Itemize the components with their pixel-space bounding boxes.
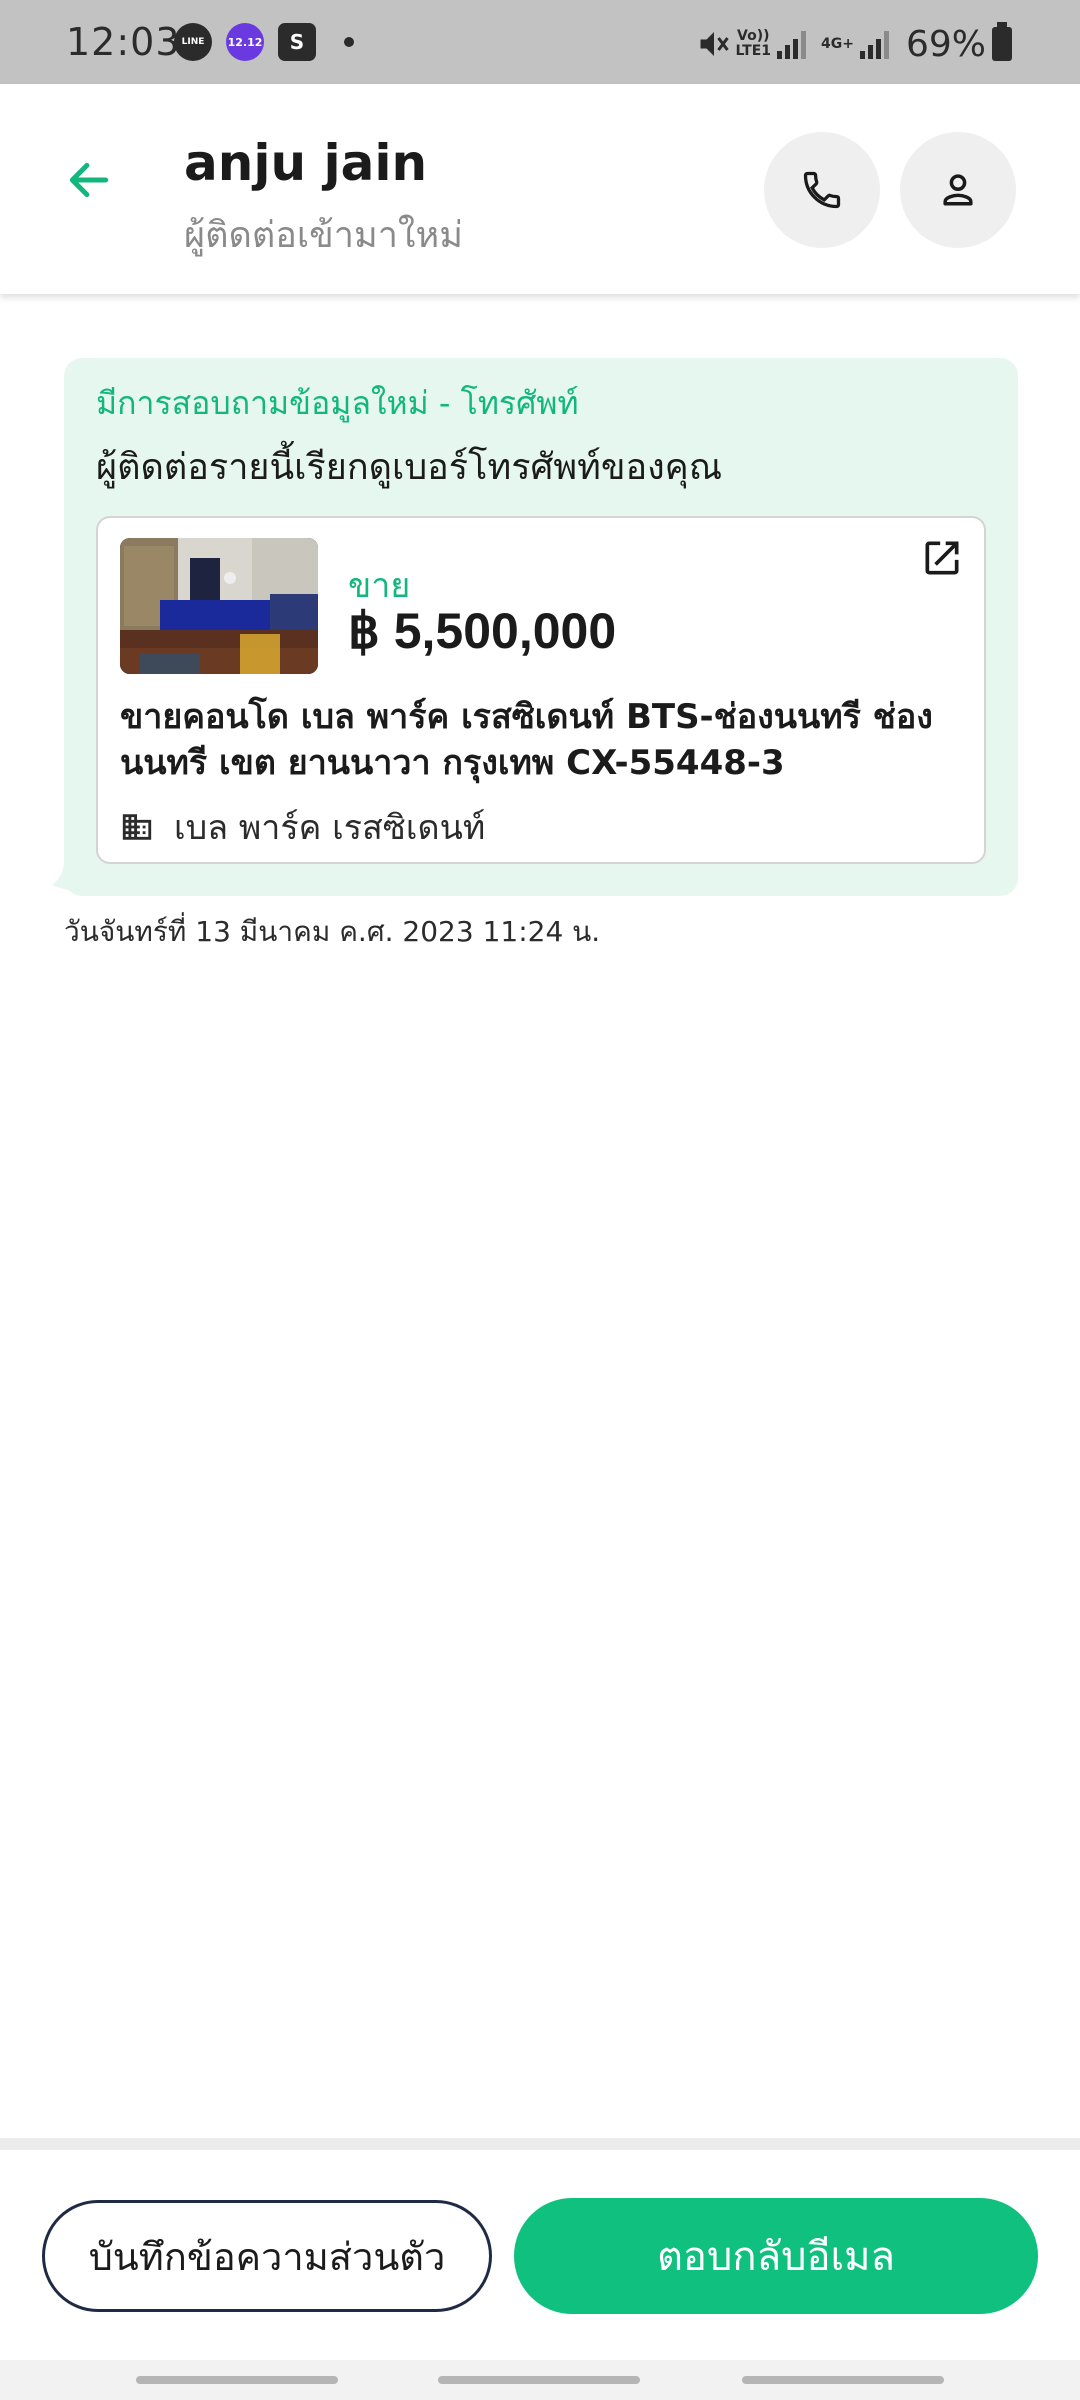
nav-recents[interactable] [136, 2376, 338, 2384]
listing-thumbnail [120, 538, 318, 674]
status-bar: 12:03 LINE 12.12 S Vo)) LTE1 4G+ 69% [0, 0, 1080, 84]
line-app-icon: LINE [174, 23, 212, 61]
status-indicators: Vo)) LTE1 4G+ 69% [696, 22, 1012, 65]
back-button[interactable] [64, 148, 144, 212]
listing-title: ขายคอนโด เบล พาร์ค เรสซิเดนท์ BTS-ช่องนน… [120, 697, 933, 783]
nav-home[interactable] [438, 2376, 640, 2384]
contact-profile-button[interactable] [900, 132, 1016, 248]
phone-icon [803, 171, 841, 209]
message-timestamp: วันจันทร์ที่ 13 มีนาคม ค.ศ. 2023 11:24 น… [64, 915, 601, 948]
mute-icon [700, 32, 729, 56]
contact-status: ผู้ติดต่อเข้ามาใหม่ [184, 215, 463, 256]
inquiry-title: มีการสอบถามข้อมูลใหม่ - โทรศัพท์ [96, 384, 579, 422]
status-time: 12:03 [66, 20, 181, 64]
signal-icon [777, 29, 809, 59]
notification-icons: LINE 12.12 S [174, 22, 354, 62]
volte-label: Vo)) [737, 28, 770, 44]
signal-icon-2 [859, 29, 892, 59]
open-external-button[interactable] [920, 536, 964, 580]
shopee-app-icon: S [278, 23, 316, 61]
more-notifications-dot [344, 37, 354, 47]
contact-name: anju jain [184, 134, 428, 192]
arrow-left-icon [69, 162, 109, 198]
lazada-app-icon: 12.12 [226, 23, 264, 61]
person-icon [943, 174, 973, 206]
open-external-icon [925, 541, 959, 575]
listing-price: ฿ 5,500,000 [348, 603, 617, 659]
reply-email-button[interactable]: ตอบกลับอีเมล [514, 2198, 1038, 2314]
battery-percent: 69% [905, 23, 986, 65]
project-row: เบล พาร์ค เรสซิเดนท์ [120, 800, 485, 854]
battery-icon [992, 22, 1012, 61]
nav-back[interactable] [742, 2376, 944, 2384]
lte-label: LTE1 [735, 43, 772, 59]
bottom-divider [0, 2138, 1080, 2150]
system-navigation-bar [0, 2360, 1080, 2400]
project-name: เบล พาร์ค เรสซิเดนท์ [174, 808, 486, 848]
network-type: 4G+ [821, 35, 854, 52]
private-note-button[interactable]: บันทึกข้อความส่วนตัว [42, 2200, 492, 2312]
inquiry-message: ผู้ติดต่อรายนี้เรียกดูเบอร์โทรศัพท์ของคุ… [96, 447, 723, 488]
building-icon [122, 814, 152, 840]
conversation-header: anju jain ผู้ติดต่อเข้ามาใหม่ [0, 84, 1080, 294]
call-button[interactable] [764, 132, 880, 248]
listing-card[interactable]: ขาย ฿ 5,500,000 ขายคอนโด เบล พาร์ค เรสซิ… [96, 516, 986, 864]
volte-indicator: Vo)) LTE1 [736, 29, 771, 59]
